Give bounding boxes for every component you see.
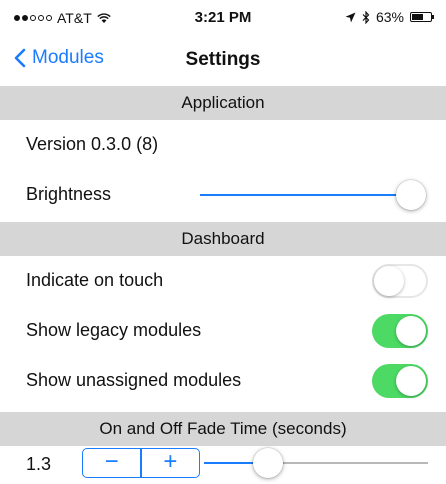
toggle-knob xyxy=(396,316,426,346)
show-legacy-modules-toggle[interactable] xyxy=(372,314,428,348)
fade-time-value: 1.3 xyxy=(26,454,52,474)
stepper-plus-button[interactable]: + xyxy=(142,449,199,477)
indicate-on-touch-toggle[interactable] xyxy=(372,264,428,298)
bluetooth-icon xyxy=(362,10,370,24)
page-title: Settings xyxy=(185,49,261,70)
fade-time-slider-track xyxy=(268,462,428,464)
fade-time-slider-knob[interactable] xyxy=(253,448,283,478)
toggle-row-indicate-on-touch: Indicate on touch xyxy=(0,256,446,306)
fade-time-slider[interactable] xyxy=(204,448,428,478)
stepper-minus-button[interactable]: − xyxy=(83,449,140,477)
section-header-dashboard: Dashboard xyxy=(0,222,446,256)
brightness-slider-knob[interactable] xyxy=(396,180,426,210)
show-unassigned-modules-toggle[interactable] xyxy=(372,364,428,398)
battery-percent: 63% xyxy=(375,9,404,25)
section-header-fade-time: On and Off Fade Time (seconds) xyxy=(0,412,446,446)
brightness-row: Brightness xyxy=(0,170,446,220)
battery-level-fill xyxy=(412,14,423,20)
status-bar: AT&T 3:21 PM 63% xyxy=(0,0,446,34)
brightness-slider-fill xyxy=(200,194,411,196)
version-label: Version 0.3.0 (8) xyxy=(26,134,159,154)
location-arrow-icon xyxy=(345,12,356,22)
show-legacy-modules-label: Show legacy modules xyxy=(26,320,202,340)
brightness-label: Brightness xyxy=(26,184,112,204)
toggle-knob xyxy=(374,266,404,296)
indicate-on-touch-label: Indicate on touch xyxy=(26,270,164,290)
section-header-application: Application xyxy=(0,86,446,120)
toggle-row-show-legacy-modules: Show legacy modules xyxy=(0,306,446,356)
brightness-slider[interactable] xyxy=(200,180,426,210)
battery-icon xyxy=(410,12,434,22)
navigation-bar: Modules Settings xyxy=(0,34,446,86)
fade-time-stepper[interactable]: − + xyxy=(82,448,200,478)
status-right: 63% xyxy=(345,9,434,25)
fade-time-row: 1.3 − + xyxy=(0,444,446,484)
show-unassigned-modules-label: Show unassigned modules xyxy=(26,370,242,390)
version-row: Version 0.3.0 (8) xyxy=(0,120,446,170)
toggle-knob xyxy=(396,366,426,396)
toggle-row-show-unassigned-modules: Show unassigned modules xyxy=(0,356,446,406)
